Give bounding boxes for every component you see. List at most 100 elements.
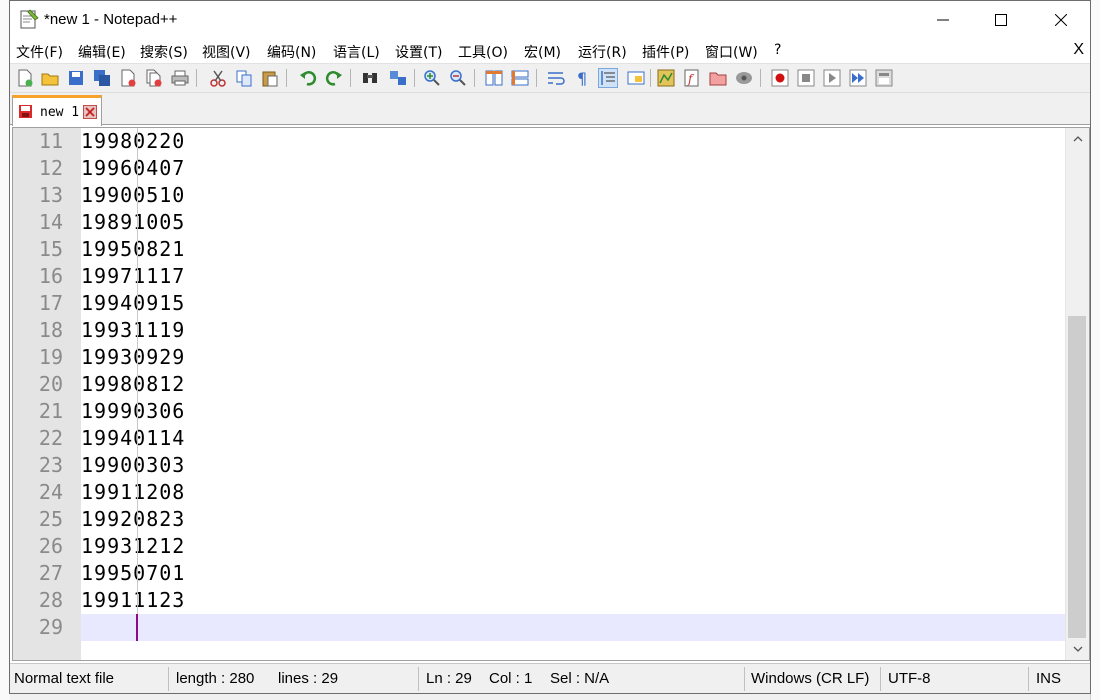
title-bar[interactable]: *new 1 - Notepad++ [10, 1, 1090, 39]
toolbar: ¶ f [10, 63, 1090, 93]
find-button[interactable] [360, 68, 380, 88]
record-macro-button[interactable] [770, 68, 790, 88]
menu-search[interactable]: 搜索(S) [140, 42, 188, 62]
document-map-button[interactable] [656, 68, 676, 88]
editor-line[interactable]: 18 19931119 [13, 317, 1067, 344]
word-wrap-button[interactable] [546, 68, 566, 88]
maximize-button[interactable] [972, 1, 1030, 39]
editor-line[interactable]: 23 19900303 [13, 452, 1067, 479]
menu-language[interactable]: 语言(L) [333, 42, 380, 62]
minimize-button[interactable] [914, 1, 972, 39]
line-text: 19930929 [81, 345, 186, 369]
close-all-button[interactable] [144, 68, 164, 88]
playback-macro-button[interactable] [822, 68, 842, 88]
editor-line[interactable]: 24 19911208 [13, 479, 1067, 506]
editor-line[interactable]: 16 19971117 [13, 263, 1067, 290]
status-lines: lines : 29 [278, 670, 339, 687]
maximize-icon [995, 14, 1007, 26]
function-list-button[interactable]: f [682, 68, 702, 88]
menu-view[interactable]: 视图(V) [202, 42, 251, 62]
editor-line[interactable]: 20 19980812 [13, 371, 1067, 398]
menu-run[interactable]: 运行(R) [578, 42, 627, 62]
menu-file[interactable]: 文件(F) [16, 42, 63, 62]
scrollbar-thumb[interactable] [1068, 316, 1086, 638]
editor-line[interactable]: 22 19940114 [13, 425, 1067, 452]
scroll-down-button[interactable] [1066, 640, 1089, 658]
indent-guide-line [137, 128, 138, 614]
paste-button[interactable] [260, 68, 280, 88]
editor-line[interactable]: 11 19980220 [13, 128, 1067, 155]
user-defined-language-button[interactable] [626, 68, 646, 88]
save-button[interactable] [66, 68, 86, 88]
line-number: 26 [13, 533, 63, 560]
toolbar-separator [536, 69, 537, 87]
menu-help[interactable]: ? [774, 42, 781, 58]
editor-line[interactable]: 27 19950701 [13, 560, 1067, 587]
editor-line[interactable]: 26 19931212 [13, 533, 1067, 560]
gutter-margin [63, 371, 81, 398]
line-text: 19911208 [81, 480, 186, 504]
new-file-button[interactable] [15, 68, 35, 88]
close-window-button[interactable] [1032, 1, 1090, 39]
vertical-scrollbar[interactable] [1065, 128, 1089, 660]
status-encoding[interactable]: UTF-8 [886, 668, 931, 690]
gutter-margin [63, 290, 81, 317]
gutter-margin [63, 155, 81, 182]
print-button[interactable] [170, 68, 190, 88]
indent-guide-button[interactable] [598, 68, 618, 88]
line-number: 19 [13, 344, 63, 371]
editor-line[interactable]: 28 19911123 [13, 587, 1067, 614]
line-number: 25 [13, 506, 63, 533]
undo-button[interactable] [298, 68, 318, 88]
close-icon[interactable] [83, 105, 97, 119]
editor-line[interactable]: 13 19900510 [13, 182, 1067, 209]
status-eol[interactable]: Windows (CR LF) [749, 668, 869, 690]
zoom-out-button[interactable] [448, 68, 468, 88]
tab-new-1[interactable]: new 1 [12, 95, 102, 126]
monitoring-button[interactable] [734, 68, 754, 88]
menu-edit[interactable]: 编辑(E) [78, 42, 126, 62]
editor-line[interactable]: 17 19940915 [13, 290, 1067, 317]
save-all-button[interactable] [92, 68, 112, 88]
scroll-up-button[interactable] [1066, 130, 1089, 148]
editor-line[interactable]: 19 19930929 [13, 344, 1067, 371]
editor-line[interactable]: 21 19990306 [13, 398, 1067, 425]
menu-macro[interactable]: 宏(M) [524, 42, 561, 62]
stop-recording-icon [797, 69, 815, 87]
text-editor[interactable]: 11 19980220 12 19960407 13 19900510 14 19891005… [12, 127, 1090, 661]
redo-button[interactable] [324, 68, 344, 88]
editor-line[interactable]: 25 19920823 [13, 506, 1067, 533]
sync-horizontal-icon [511, 70, 529, 86]
editor-line[interactable]: 15 19950821 [13, 236, 1067, 263]
editor-line[interactable]: 14 19891005 [13, 209, 1067, 236]
background-page-right [1090, 0, 1100, 700]
sync-vertical-button[interactable] [484, 68, 504, 88]
status-column: Col : 1 [489, 670, 533, 687]
close-icon [1055, 14, 1067, 26]
close-button[interactable] [118, 68, 138, 88]
save-macro-button[interactable] [874, 68, 894, 88]
menu-tools[interactable]: 工具(O) [458, 42, 508, 62]
cut-button[interactable] [208, 68, 228, 88]
menu-settings[interactable]: 设置(T) [395, 42, 442, 62]
sync-horizontal-button[interactable] [510, 68, 530, 88]
open-file-button[interactable] [40, 68, 60, 88]
editor-line[interactable]: 12 19960407 [13, 155, 1067, 182]
gutter-margin [63, 533, 81, 560]
status-insert-mode[interactable]: INS [1034, 668, 1061, 690]
menu-bar: 文件(F) 编辑(E) 搜索(S) 视图(V) 编码(N) 语言(L) 设置(T… [10, 39, 1090, 63]
zoom-in-button[interactable] [422, 68, 442, 88]
replace-button[interactable] [388, 68, 408, 88]
folder-as-workspace-button[interactable] [708, 68, 728, 88]
menu-plugins[interactable]: 插件(P) [642, 42, 689, 62]
close-document-button[interactable]: X [1073, 41, 1084, 59]
indent-guide-icon [601, 71, 615, 85]
show-all-characters-button[interactable]: ¶ [572, 68, 592, 88]
menu-window[interactable]: 窗口(W) [705, 42, 758, 62]
stop-recording-button[interactable] [796, 68, 816, 88]
copy-button[interactable] [234, 68, 254, 88]
editor-line[interactable]: 29 [13, 614, 1067, 641]
menu-encoding[interactable]: 编码(N) [267, 42, 316, 62]
run-macro-multiple-button[interactable] [848, 68, 868, 88]
line-number: 17 [13, 290, 63, 317]
